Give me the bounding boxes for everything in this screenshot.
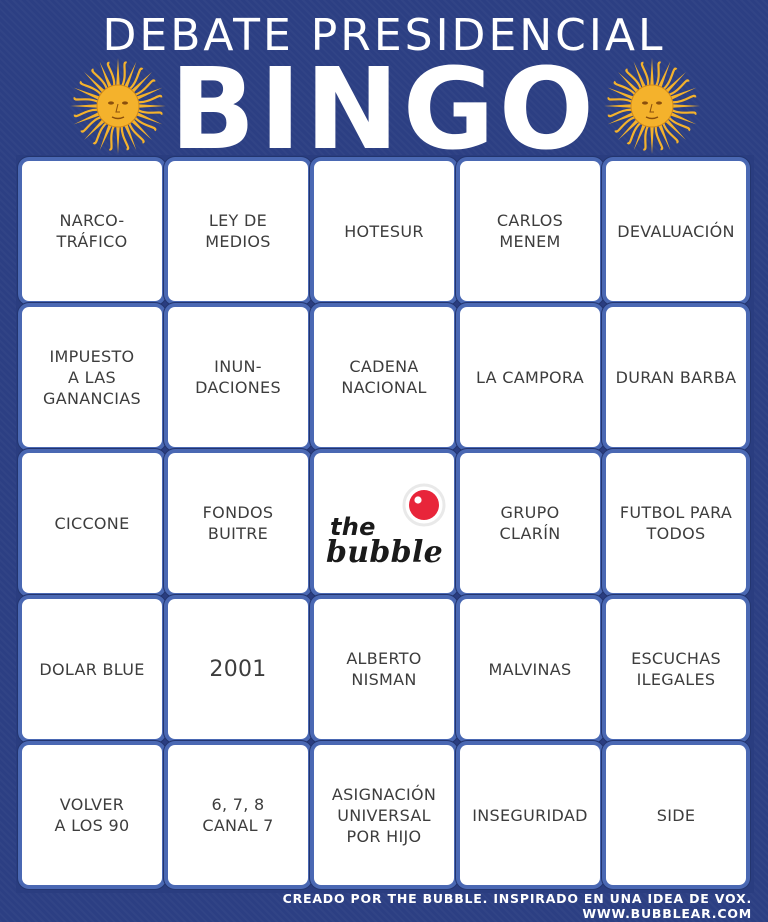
bingo-cell-cadena-nacional[interactable]: CADENA NACIONAL: [314, 307, 454, 447]
sun-of-may-icon: [70, 58, 166, 154]
bingo-cell-grupo-clarin[interactable]: GRUPO CLARÍN: [460, 453, 600, 593]
bingo-cell-volver-a-los-90[interactable]: VOLVER A LOS 90: [22, 745, 162, 885]
bingo-page: DEBATE PRESIDENCIAL BINGO NARCO- TRÁFICO…: [0, 0, 768, 922]
bingo-cell-malvinas[interactable]: MALVINAS: [460, 599, 600, 739]
bingo-cell-2001[interactable]: 2001: [168, 599, 308, 739]
bingo-cell-side[interactable]: SIDE: [606, 745, 746, 885]
bingo-cell-alberto-nisman[interactable]: ALBERTO NISMAN: [314, 599, 454, 739]
bingo-cell-impuesto-ganancias[interactable]: IMPUESTO A LAS GANANCIAS: [22, 307, 162, 447]
bingo-cell-fondos-buitre[interactable]: FONDOS BUITRE: [168, 453, 308, 593]
bingo-cell-inseguridad[interactable]: INSEGURIDAD: [460, 745, 600, 885]
bingo-cell-dolar-blue[interactable]: DOLAR BLUE: [22, 599, 162, 739]
bingo-cell-carlos-menem[interactable]: CARLOS MENEM: [460, 161, 600, 301]
bingo-board: NARCO- TRÁFICO LEY DE MEDIOS HOTESUR CAR…: [16, 155, 754, 893]
bingo-cell-hotesur[interactable]: HOTESUR: [314, 161, 454, 301]
sun-of-may-icon: [604, 58, 700, 154]
bingo-cell-asignacion-universal[interactable]: ASIGNACIÓN UNIVERSAL POR HIJO: [314, 745, 454, 885]
footer-url: WWW.BUBBLEAR.COM: [582, 906, 752, 921]
bingo-cell-678-canal-7[interactable]: 6, 7, 8 CANAL 7: [168, 745, 308, 885]
bingo-cell-inundaciones[interactable]: INUN- DACIONES: [168, 307, 308, 447]
bingo-cell-devaluacion[interactable]: DEVALUACIÓN: [606, 161, 746, 301]
bingo-cell-la-campora[interactable]: LA CAMPORA: [460, 307, 600, 447]
bingo-cell-duran-barba[interactable]: DURAN BARBA: [606, 307, 746, 447]
bingo-cell-escuchas-ilegales[interactable]: ESCUCHAS ILEGALES: [606, 599, 746, 739]
bingo-cell-ciccone[interactable]: CICCONE: [22, 453, 162, 593]
logo-text-bubble: bubble: [326, 535, 443, 570]
bingo-cell-ley-de-medios[interactable]: LEY DE MEDIOS: [168, 161, 308, 301]
bingo-cell-free-space[interactable]: the bubble: [314, 453, 454, 593]
footer-credit: CREADO POR THE BUBBLE. INSPIRADO EN UNA …: [282, 891, 752, 906]
bingo-cell-narcotrafico[interactable]: NARCO- TRÁFICO: [22, 161, 162, 301]
the-bubble-logo: the bubble: [326, 483, 446, 570]
bingo-cell-futbol-para-todos[interactable]: FUTBOL PARA TODOS: [606, 453, 746, 593]
